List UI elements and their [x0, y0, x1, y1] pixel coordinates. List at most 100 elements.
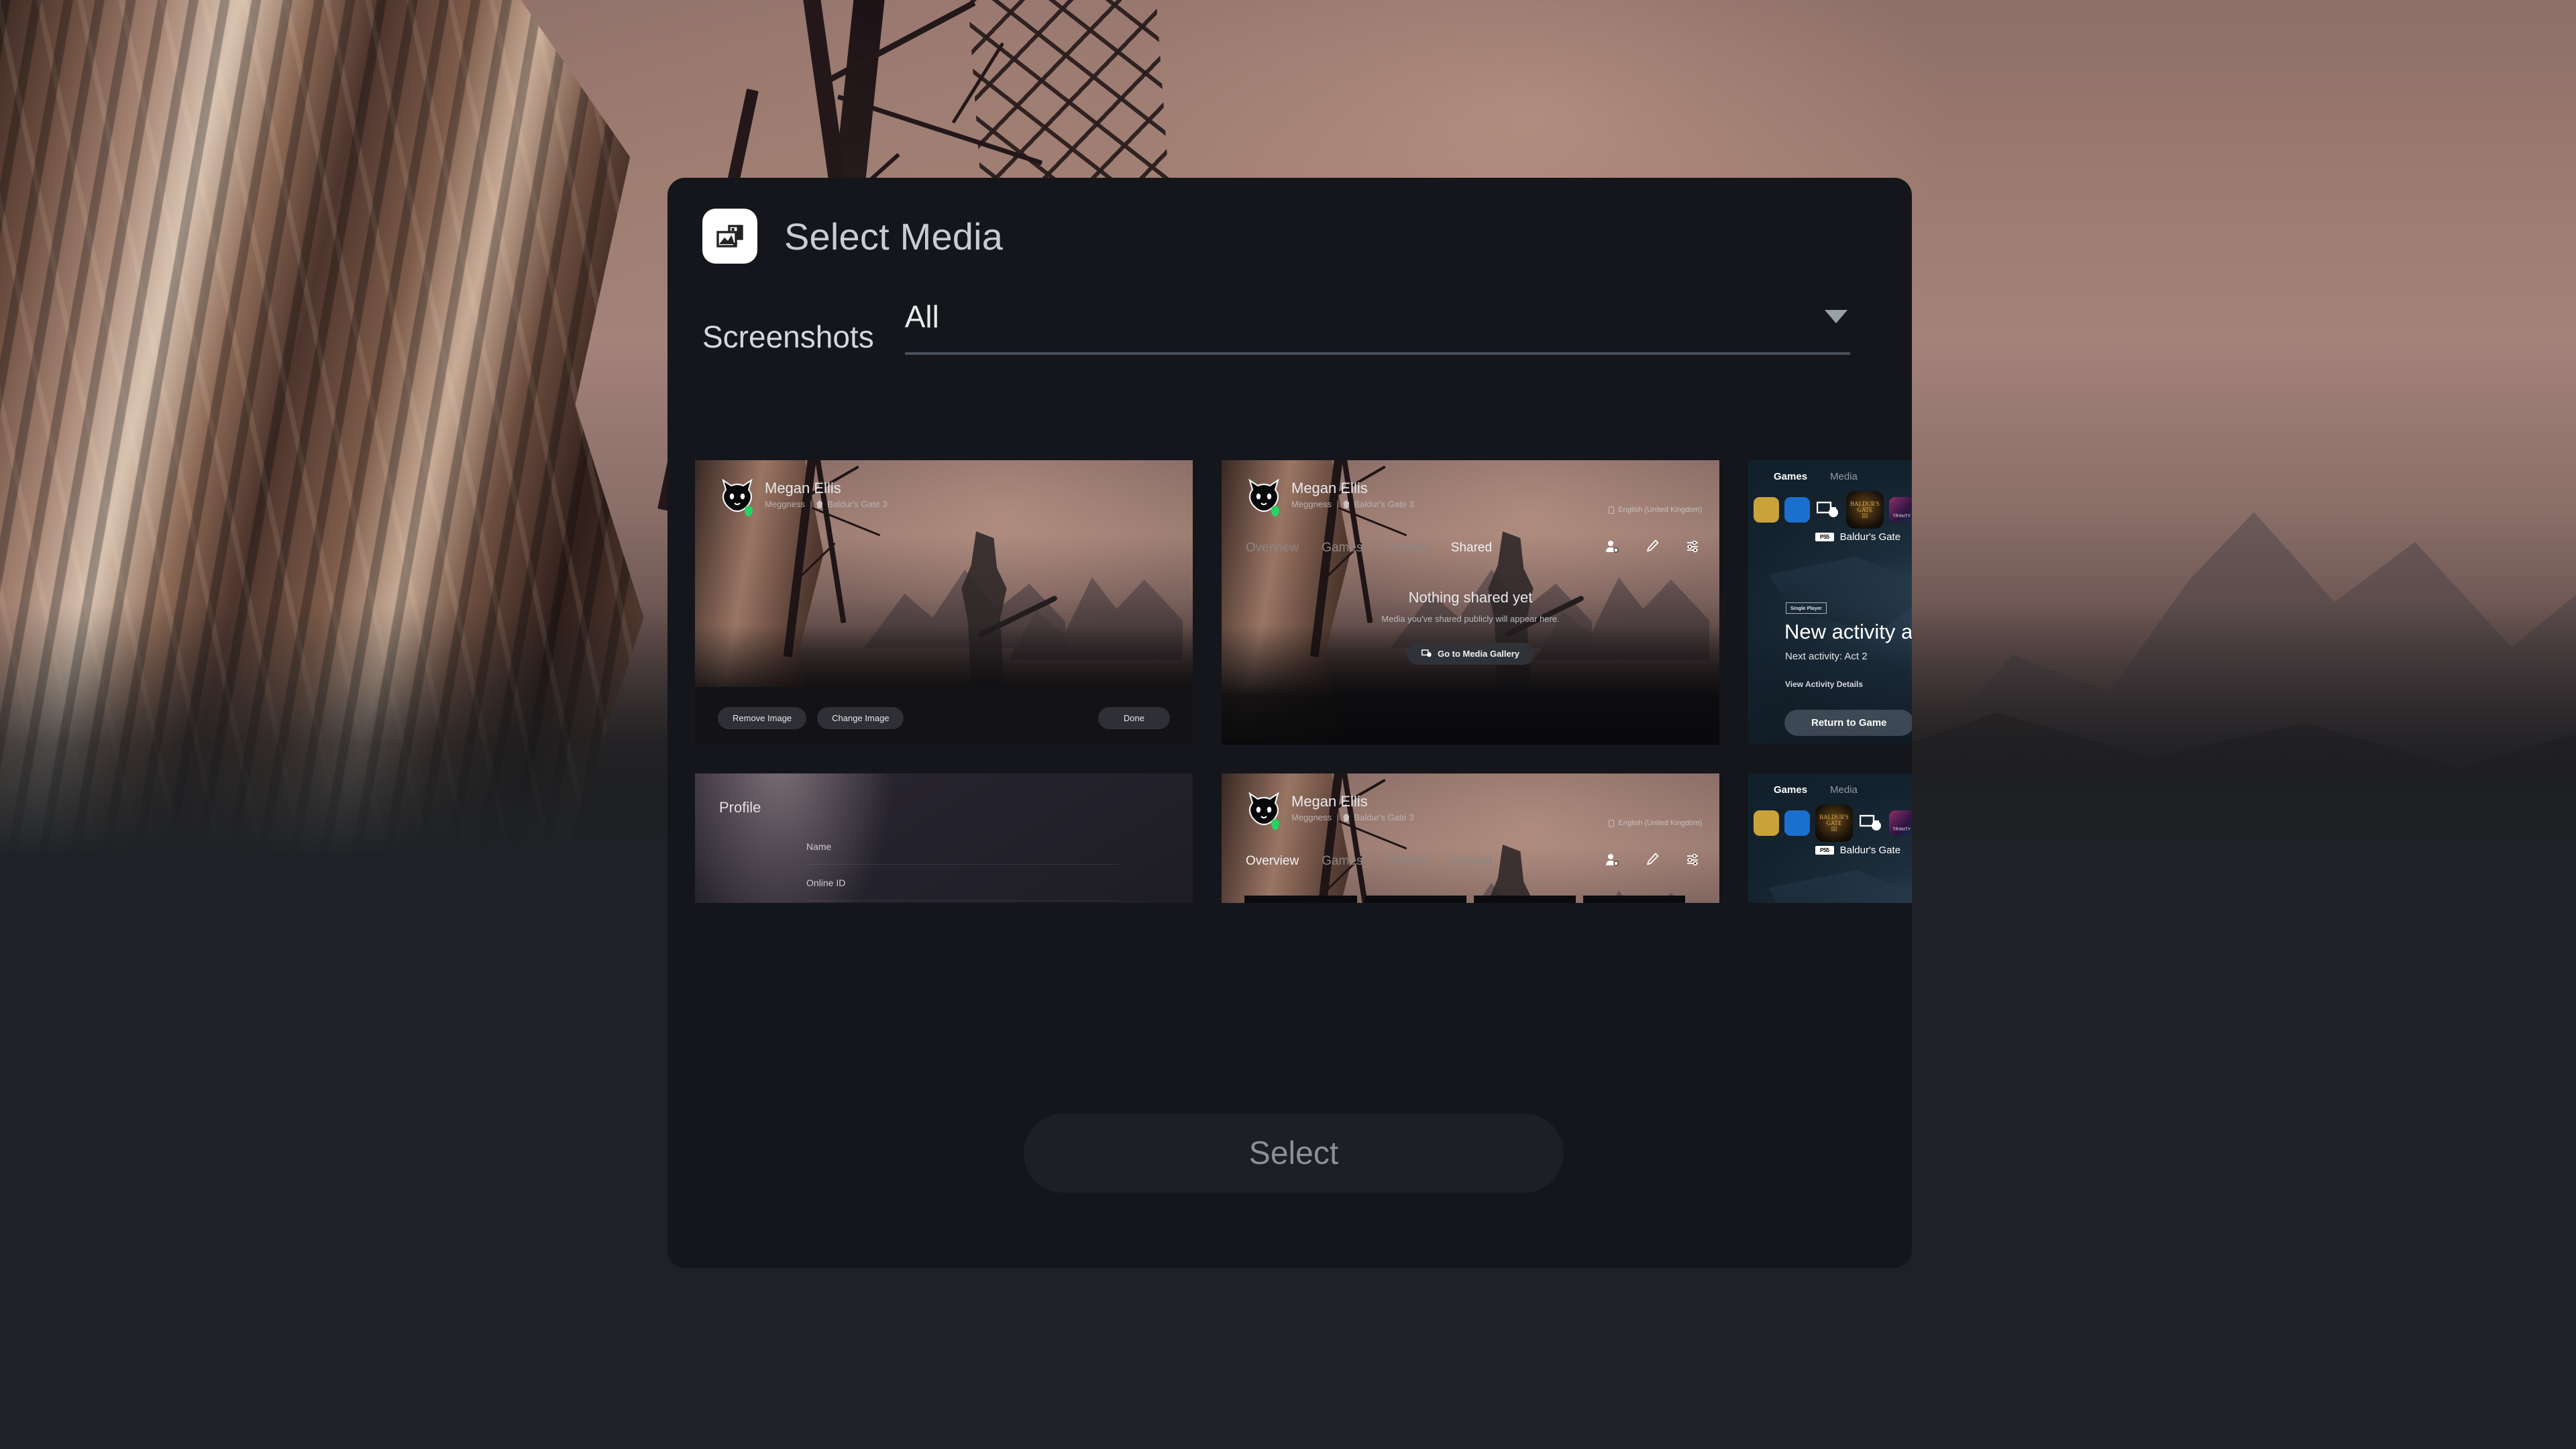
game-tile[interactable] — [1754, 497, 1779, 523]
ps5-game-title: Baldur's Gate — [1839, 531, 1901, 543]
profile-tab-overview[interactable]: Overview — [1246, 541, 1299, 555]
ps5-selected-game: PS5 Baldur's Gate — [1815, 845, 1900, 856]
profile-tab-games[interactable]: Games — [1322, 541, 1362, 555]
profile-playing-game: Baldur's Gate 3 — [1354, 812, 1414, 823]
avatar — [1246, 478, 1282, 517]
profile-online-id: Meggness — [765, 499, 805, 510]
go-to-media-gallery-button[interactable]: Go to Media Gallery — [1406, 643, 1535, 665]
game-tile[interactable] — [1889, 497, 1912, 523]
ps5-home-art — [1778, 859, 1912, 903]
media-thumbnail-profile-settings[interactable]: Profile Name Online ID Profile Picture A… — [695, 773, 1193, 903]
change-image-button[interactable]: Change Image — [817, 707, 904, 729]
profile-online-id: Meggness — [1291, 499, 1332, 510]
profile-action-icons — [1605, 539, 1699, 556]
profile-playing-game: Baldur's Gate 3 — [827, 499, 888, 510]
profile-tab-games[interactable]: Games — [1322, 854, 1362, 869]
ps5-tab-media[interactable]: Media — [1830, 784, 1858, 796]
go-to-media-gallery-label: Go to Media Gallery — [1437, 649, 1520, 659]
separator: | — [1336, 499, 1339, 510]
media-filter-row: Screenshots All — [667, 264, 1912, 355]
select-media-dialog: Select Media Screenshots All Megan Ellis… — [667, 178, 1912, 1268]
game-icon — [1343, 813, 1350, 822]
separator: | — [809, 499, 812, 510]
profile-settings-icon[interactable] — [1686, 853, 1699, 869]
profile-subline: Meggness | Baldur's Gate 3 — [1291, 812, 1414, 822]
stat-card-games[interactable]: Games: 33 — [1474, 896, 1576, 903]
profile-tab-friends[interactable]: Friends — [1385, 854, 1428, 869]
profile-tabs: Overview Games Friends Shared — [1246, 541, 1492, 555]
media-thumbnail-ps5-home-2[interactable]: Games Media BALDUR'SGATEIII PS5 Baldur's… — [1748, 773, 1912, 903]
ps5-selected-game: PS5 Baldur's Gate — [1815, 531, 1900, 543]
profile-language: English (United Kingdom) — [1609, 819, 1702, 827]
settings-row-profile-picture[interactable]: Profile Picture — [806, 901, 1119, 903]
ps5-tab-media[interactable]: Media — [1830, 471, 1858, 482]
settings-row-online-id[interactable]: Online ID — [806, 865, 1119, 901]
capture-gallery-icon[interactable] — [1858, 814, 1884, 833]
select-button-label: Select — [1248, 1135, 1339, 1171]
shared-empty-state: Nothing shared yet Media you've shared p… — [1222, 589, 1719, 665]
add-friend-icon[interactable] — [1605, 853, 1619, 869]
chevron-down-icon — [1825, 310, 1847, 323]
baldurs-gate-3-tile[interactable]: BALDUR'S GATE III — [1815, 804, 1853, 842]
filter-label: Screenshots — [702, 319, 874, 354]
profile-text: Megan Ellis Meggness | Baldur's Gate 3 — [1291, 478, 1414, 509]
profile-identity: Megan Ellis Meggness | Baldur's Gate 3 — [719, 478, 888, 517]
ps5-tab-games[interactable]: Games — [1774, 471, 1807, 482]
media-thumbnail-ps5-home[interactable]: Games Media BALDUR'SGATEIII PS5 Baldur's… — [1748, 460, 1912, 745]
profile-tab-shared[interactable]: Shared — [1451, 854, 1492, 869]
media-thumbnail-shared-empty[interactable]: Megan Ellis Meggness | Baldur's Gate 3 E… — [1222, 460, 1719, 745]
settings-list: Name Online ID Profile Picture Avatar Co… — [806, 828, 1119, 903]
avatar — [719, 478, 755, 517]
profile-stats-row: 119 16% 0 10 — [1244, 896, 1699, 903]
playstation-store-tile[interactable] — [1784, 497, 1810, 523]
game-tile[interactable] — [1889, 810, 1912, 836]
profile-identity: Megan Ellis Meggness | Baldur's Gate 3 — [1246, 791, 1414, 830]
profile-action-icons — [1605, 853, 1699, 869]
capture-gallery-icon[interactable] — [1815, 500, 1841, 519]
remove-image-button[interactable]: Remove Image — [718, 707, 807, 729]
ps5-tab-games[interactable]: Games — [1774, 784, 1807, 796]
stat-card-trophies[interactable]: 119 16% 0 10 — [1244, 896, 1357, 903]
media-thumbnail-cover-editor[interactable]: Megan Ellis Meggness | Baldur's Gate 3 R… — [695, 460, 1193, 745]
ps5-game-title: Baldur's Gate — [1839, 845, 1901, 856]
activity-headline: New activity availa — [1784, 620, 1912, 643]
separator: | — [1336, 812, 1339, 823]
game-tile[interactable] — [1754, 810, 1779, 836]
stat-card-most-played[interactable]: Fortnite 735 hours Baldur's Gate 3 145 h… — [1364, 896, 1466, 903]
return-to-game-button[interactable]: Return to Game — [1784, 710, 1912, 736]
edit-profile-icon[interactable] — [1646, 539, 1659, 556]
profile-tab-shared[interactable]: Shared — [1451, 541, 1492, 555]
edit-profile-icon[interactable] — [1646, 853, 1659, 869]
gallery-camera-icon — [1421, 649, 1432, 657]
stat-card-friends[interactable]: Friends: 8 — [1583, 896, 1685, 903]
profile-subline: Meggness | Baldur's Gate 3 — [1291, 499, 1414, 509]
view-activity-details-link[interactable]: View Activity Details — [1785, 680, 1863, 689]
single-player-badge: Single Player — [1786, 602, 1827, 614]
ps5-platform-badge: PS5 — [1815, 846, 1834, 855]
profile-tab-overview[interactable]: Overview — [1246, 854, 1299, 869]
done-button[interactable]: Done — [1097, 707, 1170, 729]
select-button[interactable]: Select — [1024, 1114, 1564, 1193]
empty-state-title: Nothing shared yet — [1408, 589, 1533, 606]
media-thumbnail-profile-overview[interactable]: Megan Ellis Meggness | Baldur's Gate 3 E… — [1222, 773, 1719, 903]
profile-display-name: Megan Ellis — [1291, 793, 1368, 810]
settings-page-title: Profile — [719, 799, 761, 816]
cover-editor-toolbar: Remove Image Change Image Done — [695, 687, 1193, 745]
next-activity-label: Next activity: Act 2 — [1785, 651, 1868, 662]
profile-tab-friends[interactable]: Friends — [1385, 541, 1428, 555]
add-friend-icon[interactable] — [1605, 539, 1619, 556]
profile-settings-icon[interactable] — [1686, 539, 1699, 556]
photo-media-icon — [702, 209, 757, 264]
game-icon — [816, 500, 823, 508]
baldurs-gate-3-tile[interactable]: BALDUR'S GATE III — [1846, 491, 1884, 529]
dropdown-selected-value: All — [904, 299, 939, 334]
profile-language: English (United Kingdom) — [1609, 506, 1702, 514]
ps5-home-buttons: Return to Game — [1784, 710, 1912, 736]
profile-display-name: Megan Ellis — [1291, 480, 1368, 496]
ps5-home-tabs: Games Media — [1774, 471, 1858, 482]
game-tile-art: BALDUR'S GATE III — [1819, 813, 1849, 833]
settings-row-name[interactable]: Name — [806, 828, 1119, 865]
page-title: Select Media — [784, 215, 1004, 258]
media-type-dropdown[interactable]: All — [904, 299, 1850, 355]
playstation-store-tile[interactable] — [1784, 810, 1810, 836]
